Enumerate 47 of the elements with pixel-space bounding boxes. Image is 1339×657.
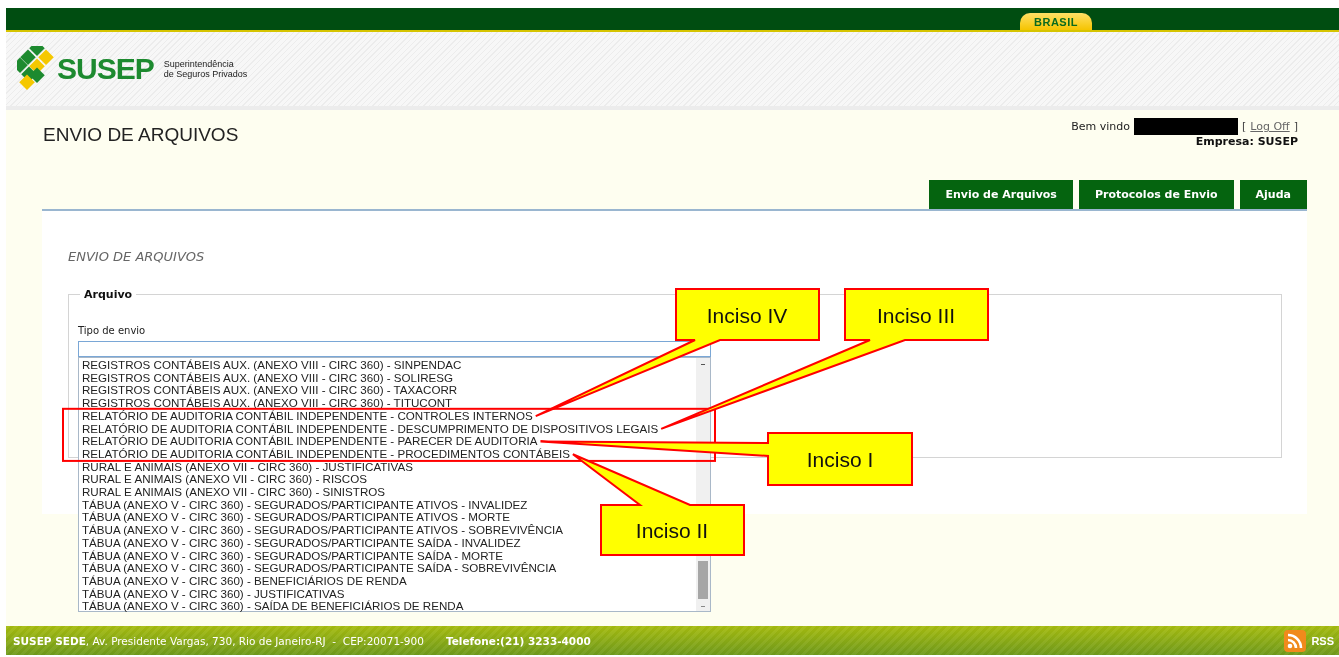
footer-address: SUSEP SEDE, Av. Presidente Vargas, 730, Rio de Janeiro-RJ - CEP:20071-900: [13, 634, 424, 647]
logo-subtitle: Superintendência: [163, 59, 235, 69]
log-off-link[interactable]: Log Off: [1250, 120, 1290, 133]
callout-label: Inciso III: [876, 304, 956, 327]
field-label: Tipo de envio: [78, 325, 146, 336]
welcome-text: Bem vindo: [1071, 120, 1130, 133]
nav-tab[interactable]: Ajuda: [1239, 180, 1307, 209]
dropdown-option[interactable]: TÁBUA (ANEXO V - CIRC 360) - SEGURADOS/PARTICIPANTE SAÍDA - INVALIDEZ: [82, 536, 521, 550]
fieldset-legend: Arquivo: [80, 288, 137, 301]
brand-tab[interactable]: BRASIL: [1020, 13, 1092, 30]
logo-subtitle: de Seguros Privados: [163, 69, 248, 79]
select-field[interactable]: [78, 341, 711, 357]
section-heading: ENVIO DE ARQUIVOS: [68, 249, 206, 264]
dropdown-option[interactable]: REGISTROS CONTÁBEIS AUX. (ANEXO VIII - CIRC 360) - TITUCONT: [82, 397, 453, 410]
rss-icon[interactable]: [1284, 629, 1307, 652]
callout-label: Inciso IV: [706, 304, 788, 327]
bracket-text: ]: [1293, 120, 1298, 133]
dropdown-option[interactable]: TÁBUA (ANEXO V - CIRC 360) - SEGURADOS/PARTICIPANTE ATIVOS - INVALIDEZ: [82, 498, 528, 512]
dropdown-list[interactable]: [78, 357, 711, 612]
dropdown-option[interactable]: REGISTROS CONTÁBEIS AUX. (ANEXO VIII - CIRC 360) - TAXACORR: [82, 384, 458, 398]
footer-phone: Telefone:(21) 3233-4000: [445, 634, 591, 647]
bracket-text: [: [1242, 120, 1247, 133]
dropdown-option[interactable]: RURAL E ANIMAIS (ANEXO VII - CIRC 360) - SINISTROS: [82, 486, 385, 499]
nav-tab[interactable]: Envio de Arquivos: [929, 180, 1073, 209]
dropdown-option[interactable]: TÁBUA (ANEXO V - CIRC 360) - SEGURADOS/PARTICIPANTE ATIVOS - MORTE: [82, 511, 510, 525]
dropdown-option[interactable]: RELATÓRIO DE AUDITORIA CONTÁBIL INDEPENDENTE - PROCEDIMENTOS CONTÁBEIS: [82, 447, 570, 461]
dropdown-option[interactable]: RELATÓRIO DE AUDITORIA CONTÁBIL INDEPENDENTE - PARECER DE AUDITORIA: [82, 435, 538, 448]
dropdown-option[interactable]: TÁBUA (ANEXO V - CIRC 360) - SEGURADOS/PARTICIPANTE SAÍDA - MORTE: [82, 549, 504, 563]
dropdown-option[interactable]: TÁBUA (ANEXO V - CIRC 360) - SEGURADOS/PARTICIPANTE SAÍDA - SOBREVIVÊNCIA: [82, 562, 557, 575]
callout-label: Inciso I: [806, 448, 874, 471]
scroll-thumb[interactable]: [698, 561, 708, 599]
nav-tab[interactable]: Protocolos de Envio: [1078, 180, 1234, 209]
page-title: ENVIO DE ARQUIVOS: [43, 124, 239, 146]
dropdown-option[interactable]: TÁBUA (ANEXO V - CIRC 360) - JUSTIFICATIVAS: [82, 587, 345, 601]
company-text: Empresa: SUSEP: [1195, 135, 1298, 148]
dropdown-option[interactable]: REGISTROS CONTÁBEIS AUX. (ANEXO VIII - CIRC 360) - SINPENDAC: [82, 359, 462, 372]
logo-wordmark: SUSEP: [57, 52, 154, 86]
dropdown-option[interactable]: TÁBUA (ANEXO V - CIRC 360) - SAÍDA DE BENEFICIÁRIOS DE RENDA: [82, 600, 464, 614]
callout-label: Inciso II: [635, 519, 709, 542]
dropdown-option[interactable]: RURAL E ANIMAIS (ANEXO VII - CIRC 360) - JUSTIFICATIVAS: [82, 460, 413, 474]
diamond-logo-icon: [17, 46, 55, 92]
dropdown-option[interactable]: RURAL E ANIMAIS (ANEXO VII - CIRC 360) - RISCOS: [82, 473, 367, 487]
dropdown-option[interactable]: RELATÓRIO DE AUDITORIA CONTÁBIL INDEPENDENTE - DESCUMPRIMENTO DE DISPOSITIVOS LEGAIS: [82, 422, 659, 436]
dropdown-option[interactable]: REGISTROS CONTÁBEIS AUX. (ANEXO VIII - CIRC 360) - SOLIRESG: [82, 371, 454, 385]
dropdown-option[interactable]: RELATÓRIO DE AUDITORIA CONTÁBIL INDEPENDENTE - CONTROLES INTERNOS: [82, 409, 533, 423]
dropdown-option[interactable]: TÁBUA (ANEXO V - CIRC 360) - BENEFICIÁRIOS DE RENDA: [82, 574, 407, 588]
dropdown-option[interactable]: TÁBUA (ANEXO V - CIRC 360) - SEGURADOS/PARTICIPANTE ATIVOS - SOBREVIVÊNCIA: [82, 524, 564, 537]
